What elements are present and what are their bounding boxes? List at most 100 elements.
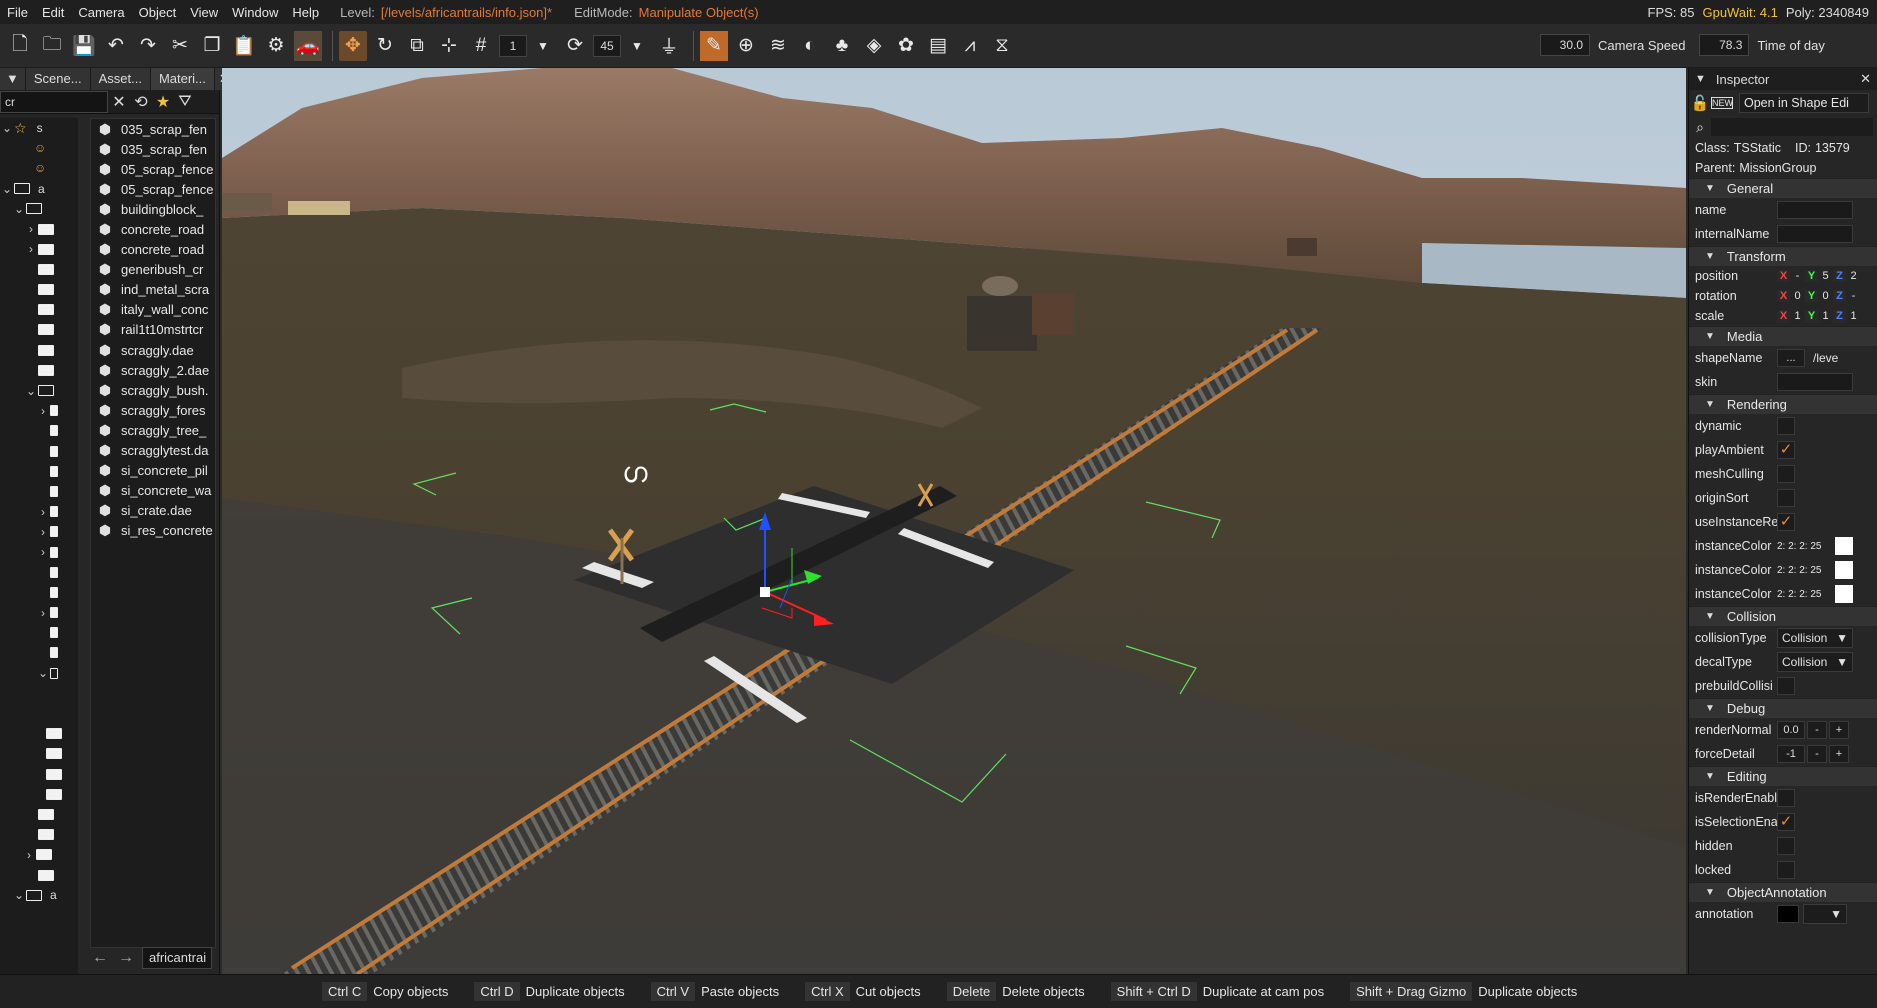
tree-row[interactable] xyxy=(0,865,78,885)
decrement-button[interactable]: - xyxy=(1807,745,1827,763)
isselectionenabled-checkbox[interactable]: ✓ xyxy=(1777,813,1795,831)
chevron-down-icon[interactable]: ▼ xyxy=(529,31,557,61)
menu-object[interactable]: Object xyxy=(132,5,184,20)
list-item[interactable]: ⬢ italy_wall_conc xyxy=(91,300,215,320)
river-icon[interactable]: ⩘ xyxy=(956,31,984,61)
annotation-color-swatch[interactable] xyxy=(1777,905,1799,923)
tree-row[interactable] xyxy=(0,421,78,441)
tree-row[interactable]: ⌄ xyxy=(0,199,78,219)
internalname-input[interactable] xyxy=(1777,225,1853,243)
undo-icon[interactable]: ↶ xyxy=(102,31,130,61)
list-item[interactable]: ⬢ 05_scrap_fence xyxy=(91,179,215,199)
snap-icon[interactable]: ⊹ xyxy=(435,31,463,61)
tree-row[interactable] xyxy=(0,804,78,824)
tree-row[interactable] xyxy=(0,784,78,804)
tree-row[interactable]: › xyxy=(0,542,78,562)
tree-row[interactable]: ⌄ ☆ s xyxy=(0,118,78,138)
vehicle-icon[interactable]: 🚗 xyxy=(294,30,322,61)
menu-edit[interactable]: Edit xyxy=(35,5,71,20)
forward-arrow-icon[interactable]: → xyxy=(116,949,136,967)
tab-assets[interactable]: Asset... xyxy=(90,68,151,90)
decaltype-select[interactable]: Collision ▼ xyxy=(1777,652,1853,672)
list-item[interactable]: ⬢ scraggly_bush. xyxy=(91,380,215,400)
tree-row[interactable]: ⌄ a xyxy=(0,179,78,199)
paste-icon[interactable]: 📋 xyxy=(230,31,258,61)
color-swatch[interactable] xyxy=(1835,537,1853,555)
list-item[interactable]: ⬢ generibush_cr xyxy=(91,260,215,280)
tree-row[interactable] xyxy=(0,643,78,663)
tree-row[interactable] xyxy=(0,825,78,845)
tree-row[interactable] xyxy=(0,744,78,764)
annotation-select[interactable]: ▼ xyxy=(1803,904,1847,924)
panel-collapse-icon[interactable]: ▼ xyxy=(0,68,26,90)
rotate-icon[interactable]: ↻ xyxy=(371,31,399,61)
tree-row[interactable] xyxy=(0,481,78,501)
list-item[interactable]: ⬢ ind_metal_scra xyxy=(91,280,215,300)
list-item[interactable]: ⬢ si_concrete_pil xyxy=(91,461,215,481)
tree-row[interactable]: › xyxy=(0,845,78,865)
useinstancerender-checkbox[interactable]: ✓ xyxy=(1777,513,1795,531)
collisiontype-select[interactable]: Collision ▼ xyxy=(1777,628,1853,648)
skin-input[interactable] xyxy=(1777,373,1853,391)
back-arrow-icon[interactable]: ← xyxy=(90,949,110,967)
tree-row[interactable]: › xyxy=(0,401,78,421)
forest-icon[interactable]: ♣ xyxy=(828,31,856,61)
list-item[interactable]: ⬢ 05_scrap_fence xyxy=(91,159,215,179)
inspector-search[interactable]: ⌕ xyxy=(1689,116,1877,138)
list-item[interactable]: ⬢ 035_scrap_fen xyxy=(91,139,215,159)
playambient-checkbox[interactable]: ✓ xyxy=(1777,441,1795,459)
increment-button[interactable]: + xyxy=(1829,745,1849,763)
list-item[interactable]: ⬢ scragglytest.da xyxy=(91,441,215,461)
section-objectannotation[interactable]: ▼ ObjectAnnotation xyxy=(1689,882,1877,902)
position-xyz[interactable]: X-Y5Z2 xyxy=(1777,270,1860,282)
menu-view[interactable]: View xyxy=(183,5,225,20)
originsort-checkbox[interactable] xyxy=(1777,489,1795,507)
lock-icon[interactable]: 🔓 xyxy=(1689,94,1711,112)
list-item[interactable]: ⬢ si_concrete_wa xyxy=(91,481,215,501)
tree-row[interactable]: › xyxy=(0,219,78,239)
tree-row[interactable]: ☺ xyxy=(0,138,78,158)
tree-row[interactable] xyxy=(0,764,78,784)
color-swatch[interactable] xyxy=(1835,561,1853,579)
menu-camera[interactable]: Camera xyxy=(71,5,131,20)
filter-input[interactable] xyxy=(0,90,108,113)
isrenderenabled-checkbox[interactable] xyxy=(1777,789,1795,807)
copy-icon[interactable]: ❐ xyxy=(198,31,226,61)
rotation-snap-field[interactable]: 45 xyxy=(593,34,621,57)
list-item[interactable]: ⬢ si_crate.dae xyxy=(91,501,215,521)
section-transform[interactable]: ▼ Transform xyxy=(1689,246,1877,266)
tree-row[interactable]: ⌄ xyxy=(0,380,78,400)
mesh-icon[interactable]: ✿ xyxy=(892,31,920,61)
camera-speed-field[interactable]: 30.0 xyxy=(1540,34,1590,56)
new-badge-icon[interactable]: NEW xyxy=(1711,97,1733,109)
close-icon[interactable]: ✕ xyxy=(1860,71,1871,87)
tree-row[interactable]: › xyxy=(0,502,78,522)
layers-icon[interactable]: ◈ xyxy=(860,31,888,61)
tree-row[interactable]: › xyxy=(0,603,78,623)
list-item[interactable]: ⬢ rail1t10mstrtcr xyxy=(91,320,215,340)
save-icon[interactable]: 💾 xyxy=(70,31,98,61)
scale-icon[interactable]: ⧉ xyxy=(403,31,431,61)
increment-button[interactable]: + xyxy=(1829,721,1849,739)
drop-to-ground-icon[interactable]: ⏚ xyxy=(655,31,683,61)
tab-scene[interactable]: Scene... xyxy=(25,68,91,90)
color-swatch[interactable] xyxy=(1835,585,1853,603)
list-item[interactable]: ⬢ scraggly_2.dae xyxy=(91,360,215,380)
list-item[interactable]: ⬢ concrete_road xyxy=(91,240,215,260)
list-item[interactable]: ⬢ scraggly_tree_ xyxy=(91,420,215,440)
tree-row[interactable]: › xyxy=(0,239,78,259)
shapename-value[interactable]: /leve xyxy=(1813,351,1838,365)
road-icon[interactable]: ≋ xyxy=(764,31,792,61)
navmesh-icon[interactable]: ⧖ xyxy=(988,31,1016,61)
list-item[interactable]: ⬢ scraggly_fores xyxy=(91,400,215,420)
decrement-button[interactable]: - xyxy=(1807,721,1827,739)
menu-help[interactable]: Help xyxy=(285,5,326,20)
translate-icon[interactable]: ✥ xyxy=(339,30,367,61)
tab-materials[interactable]: Materi... xyxy=(150,68,215,90)
terrain-paint-icon[interactable]: ◐ xyxy=(796,31,824,61)
decal-road-icon[interactable]: ▤ xyxy=(924,31,952,61)
tree-row[interactable] xyxy=(0,320,78,340)
tree-row[interactable] xyxy=(0,623,78,643)
gear-icon[interactable]: ⚙ xyxy=(262,31,290,61)
list-item[interactable]: ⬢ 035_scrap_fen xyxy=(91,119,215,139)
